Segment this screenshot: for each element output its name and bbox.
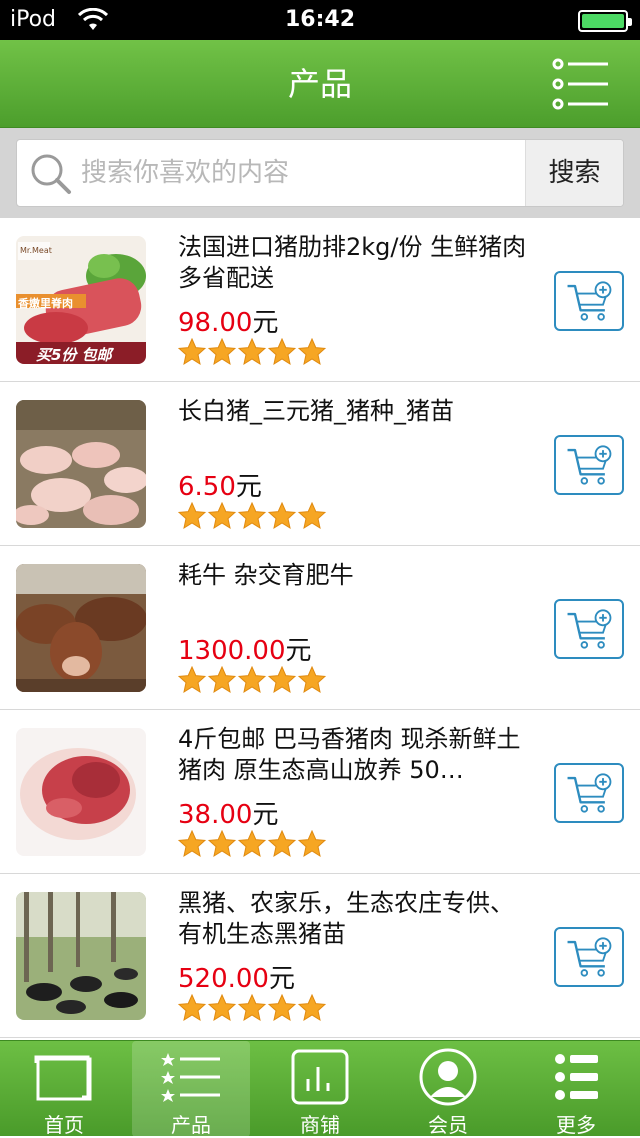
star-icon [208,666,236,694]
search-box: 搜索 [16,139,624,207]
star-icon [178,502,206,530]
search-icon [31,154,71,194]
price-unit: 元 [285,636,312,666]
price-value: 38.00 [178,800,253,830]
thumb-logo: Mr.Meat [20,246,52,255]
star-icon [298,338,326,366]
price-unit: 元 [235,472,262,502]
product-list-icon [161,1053,220,1102]
store-icon [291,1049,349,1105]
product-item[interactable]: 长白猪_三元猪_猪种_猪苗 6.50元 [0,382,640,546]
rating-stars [178,666,328,694]
price-value: 520.00 [178,964,269,994]
tab-bar: 首页 产品 商铺 会员 更多 [0,1040,640,1137]
tab-product[interactable]: 产品 [132,1041,250,1137]
tab-label: 产品 [171,1113,211,1137]
star-icon [238,994,266,1022]
product-item[interactable]: Mr.Meat 香嫩里脊肉 买5份 包邮 法国进口猪肋排2kg/份 生鲜猪肉 多… [0,218,640,382]
add-to-cart-icon[interactable] [554,927,624,987]
product-price: 520.00元 [178,958,295,995]
search-button[interactable]: 搜索 [525,140,623,206]
star-icon [298,994,326,1022]
product-image-black-pigs[interactable] [16,892,146,1020]
product-image-pork[interactable] [16,728,146,856]
star-icon [268,502,296,530]
star-icon [268,994,296,1022]
product-item[interactable]: 耗牛 杂交育肥牛 1300.00元 [0,546,640,710]
search-input[interactable] [81,140,521,206]
price-value: 98.00 [178,308,253,338]
more-icon [555,1054,598,1100]
battery-icon [578,10,632,32]
thumb-promo: 买5份 包邮 [36,346,112,364]
price-value: 1300.00 [178,636,286,666]
star-icon [208,338,236,366]
star-icon [238,502,266,530]
rating-stars [178,994,328,1022]
product-image-pork-ribs[interactable]: Mr.Meat 香嫩里脊肉 买5份 包邮 [16,236,146,364]
rating-stars [178,338,328,366]
product-title[interactable]: 黑猪、农家乐，生态农庄专供、有机生态黑猪苗 [178,888,528,950]
star-icon [208,994,236,1022]
star-icon [238,666,266,694]
star-icon [178,338,206,366]
status-bar: iPod 16:42 [0,0,640,40]
product-price: 1300.00元 [178,630,312,667]
star-icon [178,830,206,858]
product-price: 98.00元 [178,302,278,339]
tab-label: 更多 [556,1113,596,1137]
tab-store[interactable]: 商铺 [256,1041,384,1137]
star-icon [238,338,266,366]
rating-stars [178,830,328,858]
add-to-cart-icon[interactable] [554,435,624,495]
price-unit: 元 [268,964,295,994]
star-icon [208,502,236,530]
star-icon [298,830,326,858]
tab-home[interactable]: 首页 [0,1041,128,1137]
add-to-cart-icon[interactable] [554,763,624,823]
product-item[interactable]: 黑猪、农家乐，生态农庄专供、有机生态黑猪苗 520.00元 [0,874,640,1038]
product-price: 38.00元 [178,794,278,831]
add-to-cart-icon[interactable] [554,271,624,331]
add-to-cart-icon[interactable] [554,599,624,659]
star-icon [238,830,266,858]
menu-list-icon[interactable] [552,56,610,112]
product-title[interactable]: 法国进口猪肋排2kg/份 生鲜猪肉 多省配送 [178,232,528,294]
member-icon [419,1048,477,1106]
star-icon [298,502,326,530]
product-list: Mr.Meat 香嫩里脊肉 买5份 包邮 法国进口猪肋排2kg/份 生鲜猪肉 多… [0,218,640,1040]
tab-member[interactable]: 会员 [384,1041,512,1137]
product-title[interactable]: 耗牛 杂交育肥牛 [178,560,528,591]
nav-bar: 产品 [0,40,640,128]
tab-label: 商铺 [300,1113,340,1137]
home-icon [34,1055,92,1101]
price-value: 6.50 [178,472,236,502]
star-icon [268,830,296,858]
product-image-pigs[interactable] [16,400,146,528]
star-icon [178,994,206,1022]
page-title: 产品 [287,65,352,103]
product-price: 6.50元 [178,466,262,503]
price-unit: 元 [252,308,279,338]
search-bar: 搜索 [0,128,640,218]
tab-more[interactable]: 更多 [512,1041,640,1137]
star-icon [268,338,296,366]
tab-label: 会员 [428,1113,468,1137]
star-icon [298,666,326,694]
star-icon [178,666,206,694]
star-icon [208,830,236,858]
clock: 16:42 [284,7,356,32]
product-title[interactable]: 长白猪_三元猪_猪种_猪苗 [178,396,528,427]
product-item[interactable]: 4斤包邮 巴马香猪肉 现杀新鲜土猪肉 原生态高山放养 50… 38.00元 [0,710,640,874]
product-image-cattle[interactable] [16,564,146,692]
thumb-badge: 香嫩里脊肉 [18,297,73,310]
rating-stars [178,502,328,530]
price-unit: 元 [252,800,279,830]
star-icon [268,666,296,694]
product-title[interactable]: 4斤包邮 巴马香猪肉 现杀新鲜土猪肉 原生态高山放养 50… [178,724,528,786]
tab-label: 首页 [44,1113,84,1137]
